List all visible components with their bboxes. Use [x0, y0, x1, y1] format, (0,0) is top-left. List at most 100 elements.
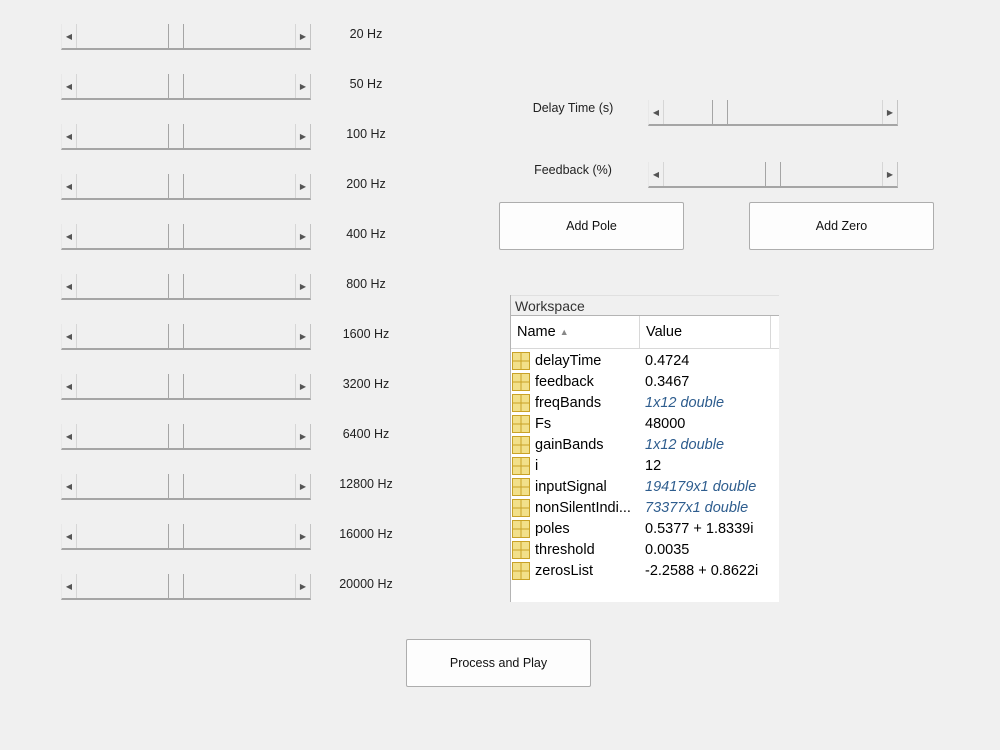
slider-right-arrow-icon[interactable]: ▶: [295, 324, 310, 348]
slider-track[interactable]: [76, 124, 296, 148]
slider-thumb[interactable]: [765, 162, 781, 186]
variable-value[interactable]: 1x12 double: [639, 395, 724, 411]
eq-band-slider[interactable]: ◀ ▶: [61, 324, 311, 350]
slider-left-arrow-icon[interactable]: ◀: [62, 224, 77, 248]
slider-track[interactable]: [76, 224, 296, 248]
variable-value[interactable]: 194179x1 double: [639, 479, 756, 495]
workspace-variable-row[interactable]: feedback 0.3467: [511, 371, 779, 392]
slider-left-arrow-icon[interactable]: ◀: [62, 324, 77, 348]
slider-left-arrow-icon[interactable]: ◀: [62, 24, 77, 48]
workspace-variable-row[interactable]: zerosList -2.2588 + 0.8622i: [511, 560, 779, 581]
slider-left-arrow-icon[interactable]: ◀: [62, 274, 77, 298]
slider-track[interactable]: [76, 574, 296, 598]
eq-band-slider[interactable]: ◀ ▶: [61, 224, 311, 250]
eq-band-slider[interactable]: ◀ ▶: [61, 524, 311, 550]
eq-band-slider[interactable]: ◀ ▶: [61, 474, 311, 500]
slider-thumb[interactable]: [168, 324, 184, 348]
workspace-variable-row[interactable]: poles 0.5377 + 1.8339i: [511, 518, 779, 539]
slider-thumb[interactable]: [168, 124, 184, 148]
slider-right-arrow-icon[interactable]: ▶: [295, 174, 310, 198]
slider-thumb[interactable]: [712, 100, 728, 124]
slider-left-arrow-icon[interactable]: ◀: [62, 524, 77, 548]
feedback-slider[interactable]: ◀ ▶: [648, 162, 898, 188]
variable-name: i: [535, 457, 539, 474]
slider-right-arrow-icon[interactable]: ▶: [295, 374, 310, 398]
variable-value: 0.4724: [645, 352, 690, 369]
slider-right-arrow-icon[interactable]: ▶: [295, 274, 310, 298]
slider-track[interactable]: [76, 374, 296, 398]
workspace-variable-row[interactable]: Fs 48000: [511, 413, 779, 434]
slider-right-arrow-icon[interactable]: ▶: [295, 74, 310, 98]
slider-track[interactable]: [76, 74, 296, 98]
slider-thumb[interactable]: [168, 524, 184, 548]
eq-band-label: 50 Hz: [349, 77, 383, 91]
value-column-header[interactable]: Value: [640, 316, 771, 348]
slider-track[interactable]: [76, 24, 296, 48]
slider-left-arrow-icon[interactable]: ◀: [62, 74, 77, 98]
workspace-variable-row[interactable]: i 12: [511, 455, 779, 476]
eq-band-slider[interactable]: ◀ ▶: [61, 24, 311, 50]
name-column-header[interactable]: Name ▲: [511, 316, 640, 348]
eq-band-slider[interactable]: ◀ ▶: [61, 424, 311, 450]
eq-band-label: 100 Hz: [346, 127, 386, 141]
eq-band-slider[interactable]: ◀ ▶: [61, 574, 311, 600]
slider-thumb[interactable]: [168, 274, 184, 298]
slider-thumb[interactable]: [168, 174, 184, 198]
slider-thumb[interactable]: [168, 224, 184, 248]
slider-right-arrow-icon[interactable]: ▶: [295, 224, 310, 248]
variable-matrix-icon: [511, 435, 535, 454]
workspace-variable-row[interactable]: nonSilentIndi... 73377x1 double: [511, 497, 779, 518]
eq-band-slider[interactable]: ◀ ▶: [61, 174, 311, 200]
slider-right-arrow-icon[interactable]: ▶: [295, 424, 310, 448]
slider-right-arrow-icon[interactable]: ▶: [295, 574, 310, 598]
slider-thumb[interactable]: [168, 374, 184, 398]
slider-left-arrow-icon[interactable]: ◀: [649, 162, 664, 186]
slider-track[interactable]: [663, 162, 883, 186]
slider-track[interactable]: [76, 274, 296, 298]
slider-thumb[interactable]: [168, 424, 184, 448]
workspace-variable-row[interactable]: inputSignal 194179x1 double: [511, 476, 779, 497]
slider-thumb[interactable]: [168, 74, 184, 98]
slider-left-arrow-icon[interactable]: ◀: [62, 424, 77, 448]
workspace-variable-row[interactable]: threshold 0.0035: [511, 539, 779, 560]
eq-band-slider[interactable]: ◀ ▶: [61, 274, 311, 300]
slider-right-arrow-icon[interactable]: ▶: [882, 162, 897, 186]
slider-track[interactable]: [663, 100, 883, 124]
add-pole-button[interactable]: Add Pole: [499, 202, 684, 250]
eq-band-label: 1600 Hz: [342, 327, 390, 341]
slider-left-arrow-icon[interactable]: ◀: [649, 100, 664, 124]
slider-right-arrow-icon[interactable]: ▶: [882, 100, 897, 124]
slider-thumb[interactable]: [168, 24, 184, 48]
slider-right-arrow-icon[interactable]: ▶: [295, 524, 310, 548]
workspace-variable-list: delayTime 0.4724 feedback 0.3467 freqBands 1x…: [511, 349, 779, 581]
eq-band-slider[interactable]: ◀ ▶: [61, 74, 311, 100]
slider-right-arrow-icon[interactable]: ▶: [295, 474, 310, 498]
slider-thumb[interactable]: [168, 574, 184, 598]
slider-track[interactable]: [76, 474, 296, 498]
process-and-play-button[interactable]: Process and Play: [406, 639, 591, 687]
workspace-variable-row[interactable]: delayTime 0.4724: [511, 350, 779, 371]
eq-band-slider[interactable]: ◀ ▶: [61, 374, 311, 400]
slider-left-arrow-icon[interactable]: ◀: [62, 474, 77, 498]
variable-value[interactable]: 73377x1 double: [639, 500, 748, 516]
variable-value: 0.5377 + 1.8339i: [645, 520, 754, 537]
workspace-variable-row[interactable]: gainBands 1x12 double: [511, 434, 779, 455]
eq-band-label: 20000 Hz: [339, 577, 393, 591]
variable-value[interactable]: 1x12 double: [639, 437, 724, 453]
variable-name: feedback: [535, 373, 594, 390]
delay-time-slider[interactable]: ◀ ▶: [648, 100, 898, 126]
slider-track[interactable]: [76, 174, 296, 198]
workspace-variable-row[interactable]: freqBands 1x12 double: [511, 392, 779, 413]
slider-right-arrow-icon[interactable]: ▶: [295, 124, 310, 148]
slider-left-arrow-icon[interactable]: ◀: [62, 124, 77, 148]
slider-left-arrow-icon[interactable]: ◀: [62, 174, 77, 198]
slider-left-arrow-icon[interactable]: ◀: [62, 374, 77, 398]
slider-left-arrow-icon[interactable]: ◀: [62, 574, 77, 598]
slider-track[interactable]: [76, 324, 296, 348]
slider-track[interactable]: [76, 524, 296, 548]
slider-thumb[interactable]: [168, 474, 184, 498]
slider-right-arrow-icon[interactable]: ▶: [295, 24, 310, 48]
eq-band-slider[interactable]: ◀ ▶: [61, 124, 311, 150]
slider-track[interactable]: [76, 424, 296, 448]
add-zero-button[interactable]: Add Zero: [749, 202, 934, 250]
